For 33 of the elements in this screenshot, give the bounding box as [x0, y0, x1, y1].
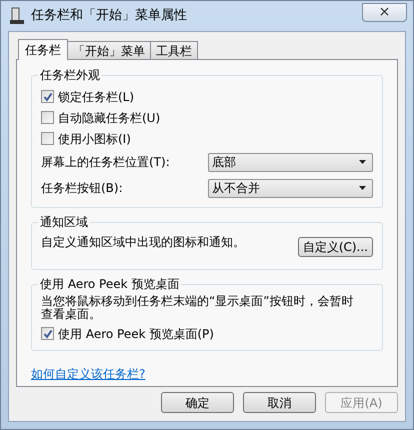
aero-peek-description: 当您将鼠标移动到任务栏末端的“显示桌面”按钮时，会暂时查看桌面。 — [41, 295, 354, 321]
tab[interactable]: 任务栏 — [18, 39, 68, 60]
group-title: 任务栏外观 — [38, 67, 102, 83]
checkbox-label: 使用 Aero Peek 预览桌面(P) — [58, 326, 214, 342]
check-icon — [42, 92, 52, 102]
dropdown[interactable]: 底部 — [208, 152, 373, 172]
tab[interactable]: 「开始」菜单 — [67, 41, 151, 59]
help-link[interactable]: 如何自定义该任务栏? — [31, 365, 146, 383]
dropdown-label: 任务栏按钮(B): — [41, 180, 124, 197]
taskbar-icon — [9, 7, 25, 25]
dropdown-value: 底部 — [212, 154, 236, 171]
close-button[interactable]: × — [362, 2, 407, 22]
checkbox[interactable] — [41, 90, 54, 103]
caret-icon — [359, 186, 366, 190]
dropdown-value: 从不合并 — [212, 180, 260, 197]
dialog-button[interactable]: 取消 — [243, 392, 316, 413]
checkbox-label: 使用小图标(I) — [58, 130, 131, 148]
group-title: 通知区域 — [38, 214, 90, 230]
checkbox[interactable] — [41, 132, 54, 145]
check-icon — [42, 328, 52, 338]
dropdown-label: 屏幕上的任务栏位置(T): — [41, 154, 171, 171]
checkbox[interactable] — [41, 111, 54, 124]
checkbox[interactable] — [41, 327, 54, 340]
checkbox-label: 锁定任务栏(L) — [58, 88, 134, 106]
tab[interactable]: 工具栏 — [150, 41, 198, 59]
caret-icon — [359, 160, 366, 164]
dialog-button[interactable]: 确定 — [161, 392, 234, 413]
dropdown[interactable]: 从不合并 — [208, 178, 373, 198]
notification-text: 自定义通知区域中出现的图标和通知。 — [41, 234, 245, 251]
customize-button[interactable]: 自定义(C)... — [298, 237, 373, 257]
checkbox-label: 自动隐藏任务栏(U) — [58, 110, 160, 126]
group-title: 使用 Aero Peek 预览桌面 — [38, 276, 182, 292]
window-title: 任务栏和「开始」菜单属性 — [31, 7, 187, 26]
